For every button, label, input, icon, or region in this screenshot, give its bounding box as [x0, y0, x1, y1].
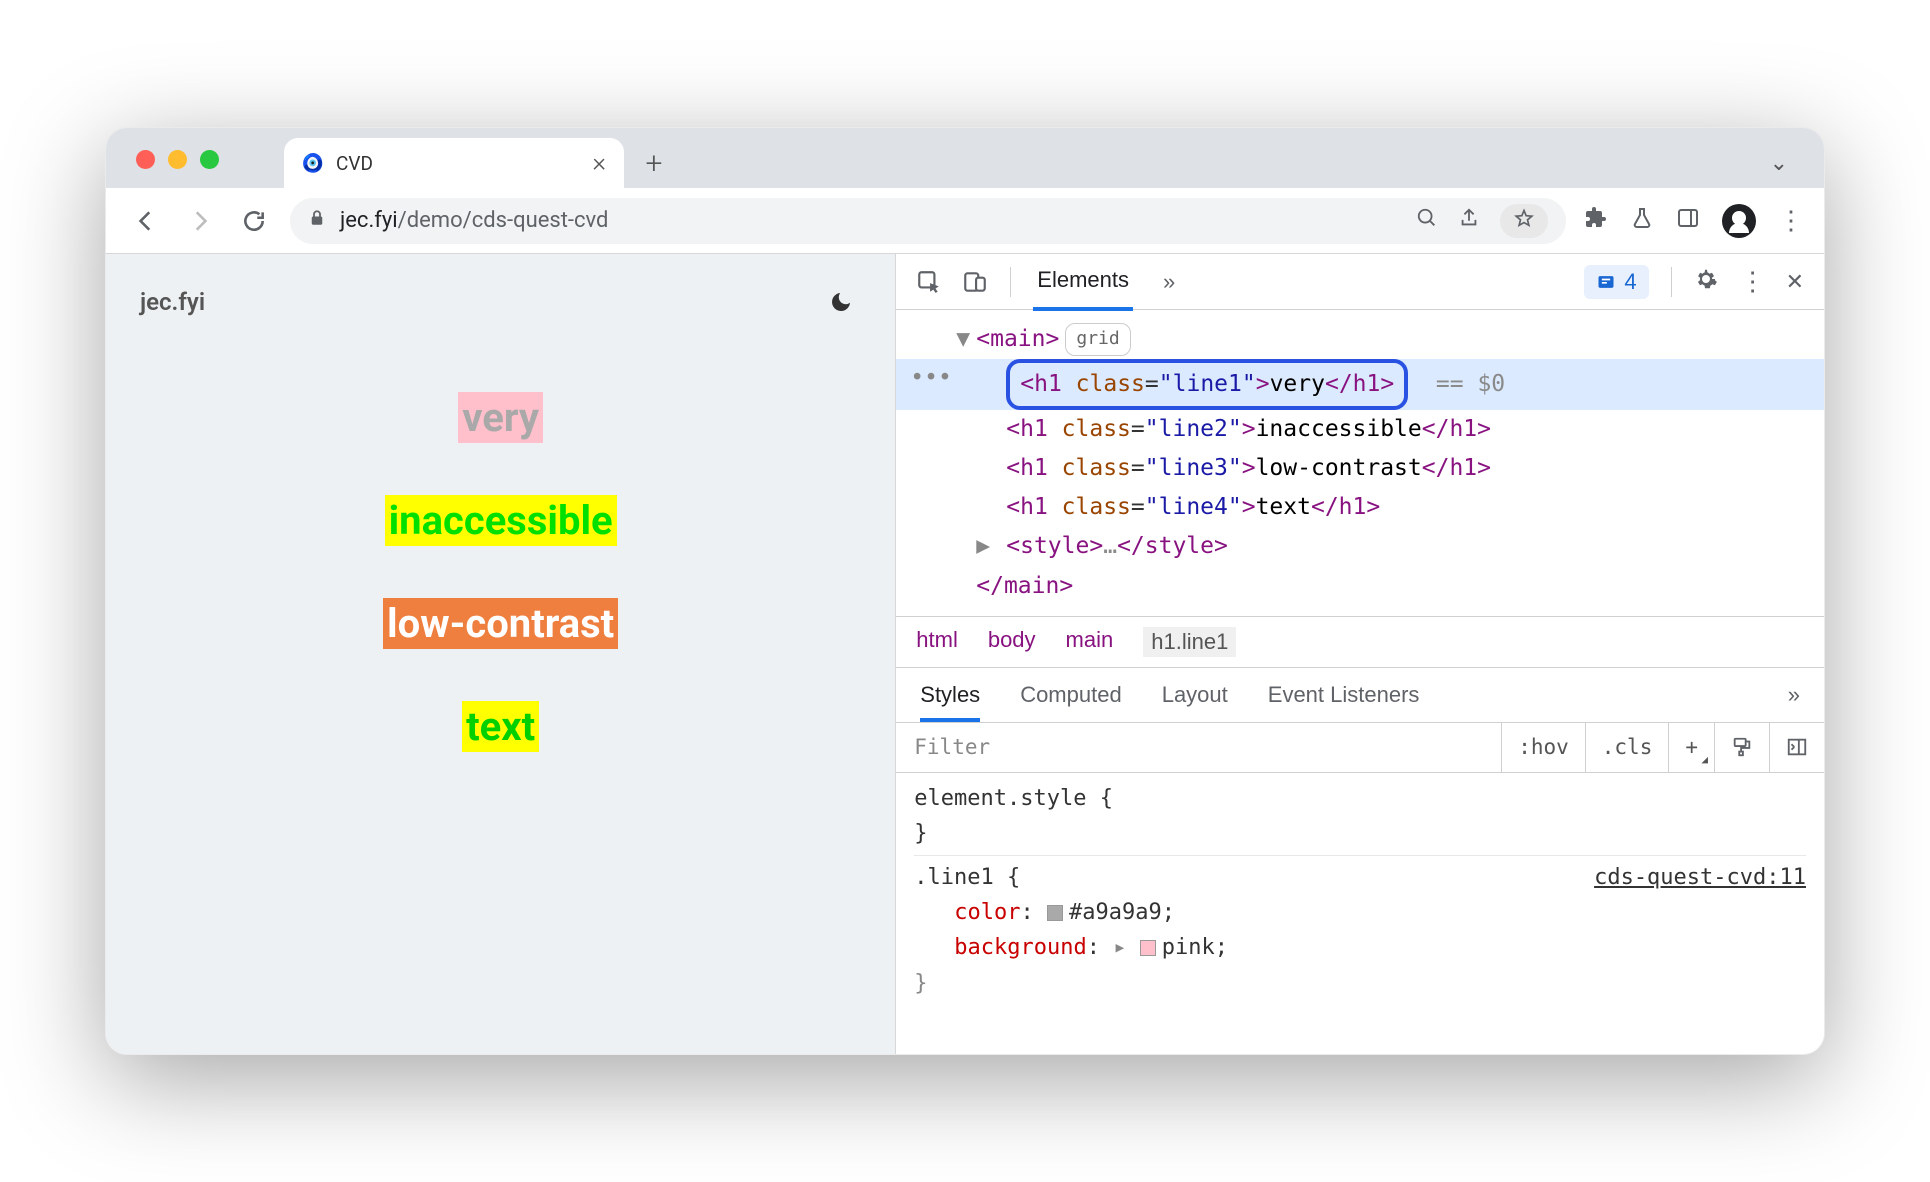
favicon-icon: 🧿 — [302, 152, 324, 174]
dom-node[interactable]: <h1 class="line3">low-contrast</h1> — [896, 449, 1824, 488]
window-minimize-button[interactable] — [168, 150, 187, 169]
css-prop-name[interactable]: color — [954, 900, 1020, 925]
device-toggle-icon[interactable] — [962, 269, 988, 295]
window-close-button[interactable] — [136, 150, 155, 169]
css-prop-value[interactable]: #a9a9a9 — [1069, 900, 1162, 925]
demo-line3: low-contrast — [383, 598, 618, 649]
color-swatch-icon[interactable] — [1140, 940, 1156, 956]
omnibox-actions — [1416, 204, 1548, 238]
browser-window: 🧿 CVD × + ⌄ jec.fyi/demo/cds-quest-cvd — [105, 127, 1825, 1055]
css-prop-name[interactable]: background — [954, 935, 1086, 960]
styles-rules[interactable]: element.style { } cds-quest-cvd:11 .line… — [896, 773, 1824, 1009]
page-brand: jec.fyi — [140, 288, 205, 316]
issues-counter[interactable]: 4 — [1584, 265, 1648, 299]
dom-node[interactable]: <h1 class="line4">text</h1> — [896, 488, 1824, 527]
reload-button[interactable] — [236, 203, 272, 239]
issues-count: 4 — [1624, 269, 1636, 295]
inspect-element-icon[interactable] — [916, 269, 942, 295]
url-text: jec.fyi/demo/cds-quest-cvd — [340, 208, 608, 233]
traffic-lights — [136, 150, 219, 169]
new-style-rule-icon[interactable]: +◢ — [1669, 723, 1715, 772]
profile-avatar-icon[interactable] — [1722, 204, 1756, 238]
crumb-selected[interactable]: h1.line1 — [1143, 627, 1236, 657]
computed-sidebar-icon[interactable] — [1770, 723, 1824, 772]
devtools-settings-icon[interactable] — [1694, 267, 1718, 297]
color-swatch-icon[interactable] — [1047, 905, 1063, 921]
panels-overflow-icon[interactable]: » — [1163, 269, 1175, 295]
css-prop-value[interactable]: pink — [1162, 935, 1215, 960]
labs-icon[interactable] — [1630, 206, 1654, 236]
address-bar-row: jec.fyi/demo/cds-quest-cvd ⋮ — [106, 188, 1824, 254]
hov-toggle[interactable]: :hov — [1502, 723, 1586, 772]
element-style-selector: element.style { — [914, 781, 1806, 816]
extensions-icon[interactable] — [1584, 206, 1608, 236]
tab-title: CVD — [336, 152, 580, 175]
toolbar-right: ⋮ — [1584, 204, 1802, 238]
crumb-main[interactable]: main — [1066, 627, 1114, 657]
tab-computed[interactable]: Computed — [1020, 682, 1122, 722]
tab-styles[interactable]: Styles — [920, 682, 980, 722]
devtools-toolbar: Elements » 4 ⋮ ✕ — [896, 254, 1824, 310]
cls-toggle[interactable]: .cls — [1586, 723, 1670, 772]
dom-tree[interactable]: ▼ <main>grid ••• <h1 class="line1">very<… — [896, 310, 1824, 616]
new-tab-button[interactable]: + — [634, 143, 674, 183]
rule-source-link[interactable]: cds-quest-cvd:11 — [1594, 860, 1806, 895]
demo-line4: text — [462, 701, 539, 752]
styles-toolbar: Filter :hov .cls +◢ — [896, 723, 1824, 773]
bookmark-star-icon[interactable] — [1500, 204, 1548, 238]
theme-toggle-button[interactable] — [821, 282, 861, 322]
lock-icon — [308, 208, 326, 233]
browser-tab[interactable]: 🧿 CVD × — [284, 138, 624, 188]
styles-filter-input[interactable]: Filter — [896, 723, 1502, 772]
devtools-panel: Elements » 4 ⋮ ✕ ▼ <mai — [896, 254, 1824, 1054]
back-button[interactable] — [128, 203, 164, 239]
dom-node[interactable]: ▶ <style>…</style> — [896, 527, 1824, 566]
sidepanel-icon[interactable] — [1676, 206, 1700, 236]
close-tab-icon[interactable]: × — [592, 150, 606, 176]
window-maximize-button[interactable] — [200, 150, 219, 169]
demo-line1: very — [458, 392, 543, 443]
dom-node[interactable]: </main> — [896, 567, 1824, 606]
devtools-menu-icon[interactable]: ⋮ — [1740, 266, 1764, 297]
url-input[interactable]: jec.fyi/demo/cds-quest-cvd — [290, 198, 1566, 244]
page-viewport: jec.fyi very inaccessible low-contrast t… — [106, 254, 896, 1054]
tab-layout[interactable]: Layout — [1162, 682, 1228, 722]
demo-line2: inaccessible — [385, 495, 617, 546]
devtools-close-icon[interactable]: ✕ — [1786, 269, 1804, 295]
dom-breadcrumbs: html body main h1.line1 — [896, 616, 1824, 668]
zoom-icon[interactable] — [1416, 207, 1438, 235]
grid-badge[interactable]: grid — [1065, 323, 1130, 356]
paint-icon[interactable] — [1715, 723, 1770, 772]
demo-content: very inaccessible low-contrast text — [383, 392, 618, 752]
forward-button[interactable] — [182, 203, 218, 239]
tab-event-listeners[interactable]: Event Listeners — [1268, 682, 1420, 722]
tabs-overflow-icon[interactable]: ⌄ — [1770, 151, 1788, 176]
chrome-menu-icon[interactable]: ⋮ — [1778, 206, 1802, 236]
elements-tab[interactable]: Elements — [1033, 253, 1133, 311]
dom-node[interactable]: <h1 class="line2">inaccessible</h1> — [896, 410, 1824, 449]
crumb-html[interactable]: html — [916, 627, 958, 657]
node-actions-icon[interactable]: ••• — [910, 359, 952, 398]
dom-node-selected[interactable]: ••• <h1 class="line1">very</h1> == $0 — [896, 359, 1824, 410]
rule-selector: .line1 { — [914, 865, 1020, 890]
share-icon[interactable] — [1458, 207, 1480, 235]
crumb-body[interactable]: body — [988, 627, 1036, 657]
styles-tab-bar: Styles Computed Layout Event Listeners » — [896, 668, 1824, 723]
styles-tabs-overflow-icon[interactable]: » — [1788, 682, 1800, 722]
tab-strip: 🧿 CVD × + ⌄ — [106, 128, 1824, 188]
